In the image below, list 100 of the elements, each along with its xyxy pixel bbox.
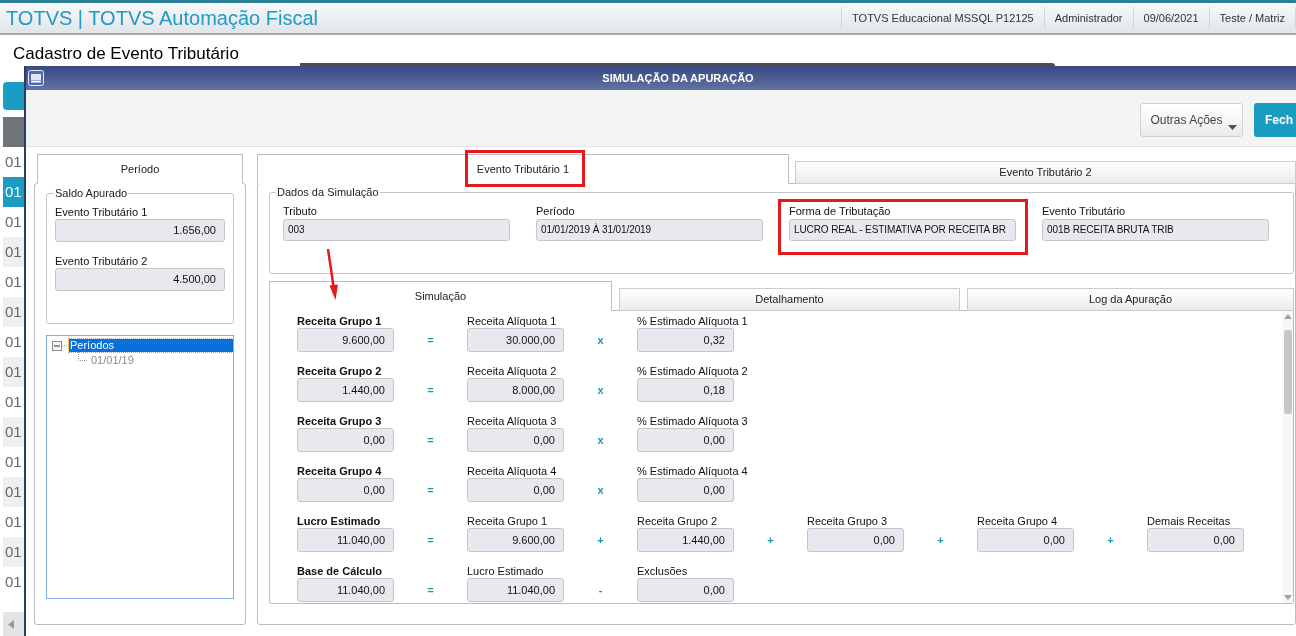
amount-field[interactable]: 0,00	[467, 428, 564, 452]
field-label: Receita Grupo 3	[807, 514, 888, 528]
amount-field[interactable]: 0,00	[467, 478, 564, 502]
field-label: Receita Grupo 2	[297, 364, 382, 378]
scrollbar-thumb[interactable]	[1283, 330, 1292, 414]
grid-row[interactable]: 01	[3, 357, 24, 387]
operator-symbol: =	[427, 484, 434, 496]
scroll-up-icon[interactable]	[1283, 314, 1292, 319]
grid-header	[3, 117, 24, 147]
operator-symbol: x	[597, 384, 604, 396]
amount-field[interactable]: 0,32	[637, 328, 734, 352]
amount-field[interactable]: 11.040,00	[297, 578, 394, 602]
page-title: Cadastro de Evento Tributário	[13, 45, 239, 63]
group-legend: Dados da Simulação	[276, 185, 380, 199]
amount-field[interactable]: 30.000,00	[467, 328, 564, 352]
operator-symbol: -	[598, 584, 603, 596]
operator-symbol: =	[427, 534, 434, 546]
field-label: Base de Cálculo	[297, 564, 382, 578]
scroll-left-icon[interactable]	[8, 619, 14, 629]
field-label: Receita Grupo 1	[467, 514, 548, 528]
grid-row[interactable]: 01	[3, 297, 24, 327]
amount-field[interactable]: 0,00	[977, 528, 1074, 552]
field-label: % Estimado Alíquota 4	[637, 464, 748, 478]
amount-field[interactable]: 1.656,00	[55, 219, 225, 242]
field-label: Evento Tributário	[1042, 204, 1126, 218]
field-label: Forma de Tributação	[789, 204, 891, 218]
text-field[interactable]: 01/01/2019 À 31/01/2019	[536, 219, 763, 241]
scroll-down-icon[interactable]	[1283, 595, 1292, 600]
amount-field[interactable]: 0,00	[807, 528, 904, 552]
tree-connector	[62, 344, 69, 347]
amount-field[interactable]: 0,00	[297, 478, 394, 502]
field-label: Receita Grupo 2	[637, 514, 718, 528]
amount-field[interactable]: 0,00	[297, 428, 394, 452]
field-label: Receita Alíquota 3	[467, 414, 557, 428]
tab[interactable]: Evento Tributário 1	[257, 154, 789, 184]
operator-symbol: +	[1107, 534, 1114, 546]
tab[interactable]: Detalhamento	[619, 288, 960, 311]
tab[interactable]: Simulação	[269, 281, 612, 311]
amount-field[interactable]: 0,00	[637, 578, 734, 602]
header-info-item: Administrador	[1043, 7, 1133, 29]
grid-row[interactable]: 01	[3, 537, 24, 567]
operator-symbol: +	[767, 534, 774, 546]
collapse-icon[interactable]	[52, 340, 62, 351]
grid-row[interactable]: 01	[3, 417, 24, 447]
dialog-title: SIMULAÇÃO DA APURAÇÃO	[602, 70, 754, 86]
tab[interactable]: Período	[37, 154, 243, 184]
amount-field[interactable]: 1.440,00	[297, 378, 394, 402]
header-info-item: TOTVS Educacional MSSQL P12125	[841, 7, 1044, 29]
amount-field[interactable]: 8.000,00	[467, 378, 564, 402]
amount-field[interactable]: 9.600,00	[297, 328, 394, 352]
more-actions-button[interactable]: Outras Ações	[1140, 103, 1243, 137]
field-label: Tributo	[283, 204, 317, 218]
caret-icon	[1228, 125, 1237, 130]
field-label: Evento Tributário 2	[55, 254, 148, 268]
field-label: Receita Alíquota 1	[467, 314, 557, 328]
amount-field[interactable]: 4.500,00	[55, 268, 225, 291]
operator-symbol: =	[427, 584, 434, 596]
field-label: Receita Alíquota 4	[467, 464, 557, 478]
tab[interactable]: Log da Apuração	[967, 288, 1294, 311]
amount-field[interactable]: 1.440,00	[637, 528, 734, 552]
amount-field[interactable]: 11.040,00	[467, 578, 564, 602]
field-label: Lucro Estimado	[297, 514, 381, 528]
operator-symbol: x	[597, 434, 604, 446]
window-icon[interactable]	[28, 70, 44, 86]
field-label: % Estimado Alíquota 2	[637, 364, 748, 378]
field-label: Receita Grupo 4	[977, 514, 1058, 528]
field-label: Receita Grupo 1	[297, 314, 382, 328]
field-label: Receita Grupo 4	[297, 464, 382, 478]
field-label: Lucro Estimado	[467, 564, 544, 578]
amount-field[interactable]: 0,00	[1147, 528, 1244, 552]
tree-item[interactable]: 01/01/19	[90, 354, 135, 367]
operator-symbol: =	[427, 434, 434, 446]
group-legend: Saldo Apurado	[54, 186, 129, 200]
tab[interactable]: Evento Tributário 2	[795, 161, 1296, 184]
field-label: Período	[536, 204, 575, 218]
header-info-item: 09/06/2021	[1132, 7, 1209, 29]
amount-field[interactable]: 0,00	[637, 478, 734, 502]
operator-symbol: x	[597, 334, 604, 346]
amount-field[interactable]: 0,00	[637, 428, 734, 452]
amount-field[interactable]: 9.600,00	[467, 528, 564, 552]
app-title: TOTVS | TOTVS Automação Fiscal	[5, 6, 318, 30]
grid-row[interactable]: 01	[3, 477, 24, 507]
field-label: Demais Receitas	[1147, 514, 1231, 528]
operator-symbol: x	[597, 484, 604, 496]
amount-field[interactable]: 11.040,00	[297, 528, 394, 552]
tree-item[interactable]: Períodos	[69, 339, 233, 352]
amount-field[interactable]: 0,18	[637, 378, 734, 402]
field-label: % Estimado Alíquota 1	[637, 314, 748, 328]
grid-row[interactable]: 01	[3, 237, 24, 267]
annotation-arrow	[326, 249, 339, 300]
field-label: % Estimado Alíquota 3	[637, 414, 748, 428]
field-label: Receita Grupo 3	[297, 414, 382, 428]
header-info-item: Teste / Matriz	[1208, 7, 1296, 29]
text-field[interactable]: 001B RECEITA BRUTA TRIB	[1042, 219, 1269, 241]
text-field[interactable]: LUCRO REAL - ESTIMATIVA POR RECEITA BR	[789, 219, 1016, 241]
field-label: Exclusões	[637, 564, 688, 578]
operator-symbol: +	[937, 534, 944, 546]
text-field[interactable]: 003	[283, 219, 510, 241]
field-label: Evento Tributário 1	[55, 205, 148, 219]
field-label: Receita Alíquota 2	[467, 364, 557, 378]
